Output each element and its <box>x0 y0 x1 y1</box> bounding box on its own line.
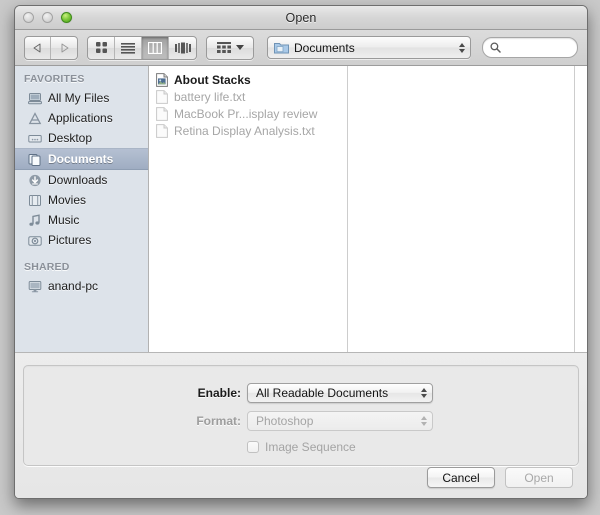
sidebar-item-label: Movies <box>48 193 87 207</box>
forward-arrow-icon <box>60 43 69 53</box>
enable-stepper-icon <box>421 388 427 398</box>
file-name: battery life.txt <box>174 89 246 104</box>
format-row: Format: Photoshop <box>15 411 587 431</box>
sidebar-item-applications[interactable]: Applications <box>15 108 148 128</box>
all-my-files-icon <box>28 92 42 105</box>
sidebar-item-movies[interactable]: Movies <box>15 190 148 210</box>
navigation-segmented-control <box>24 35 78 60</box>
back-arrow-icon <box>33 43 42 53</box>
search-input[interactable] <box>506 41 570 54</box>
sidebar-item-label: Documents <box>48 152 114 166</box>
pdf-document-icon <box>156 72 168 87</box>
computer-display-icon <box>28 280 42 293</box>
close-button[interactable] <box>23 12 34 23</box>
image-sequence-row: Image Sequence <box>15 440 587 454</box>
search-field[interactable] <box>482 37 578 58</box>
sidebar-item-music[interactable]: Music <box>15 210 148 230</box>
sidebar-group-title-shared: SHARED <box>24 261 70 273</box>
documents-folder-icon <box>28 153 42 166</box>
sidebar-item-pictures[interactable]: Pictures <box>15 230 148 250</box>
path-popup-button[interactable]: Documents <box>267 36 471 59</box>
sidebar-item-all-my-files[interactable]: All My Files <box>15 88 148 108</box>
enable-label: Enable: <box>197 386 241 400</box>
open-dialog-window: Open Documents FAVORITES All My Files Ap… <box>14 5 588 499</box>
text-document-icon <box>156 106 168 121</box>
icon-view-button[interactable] <box>88 36 115 59</box>
arrange-grid-icon <box>216 42 231 53</box>
format-label: Format: <box>196 414 241 428</box>
sidebar-item-desktop[interactable]: Desktop <box>15 128 148 148</box>
options-panel: Enable: All Readable Documents Format: P… <box>15 353 587 498</box>
open-button[interactable]: Open <box>505 467 573 488</box>
sidebar: FAVORITES All My Files Applications Desk… <box>15 66 149 352</box>
movies-icon <box>28 194 42 207</box>
format-popup-button[interactable]: Photoshop <box>247 411 433 431</box>
forward-button[interactable] <box>51 37 77 59</box>
file-browser: About Stacks battery life.txt MacBook Pr… <box>149 66 587 352</box>
file-column-1[interactable]: About Stacks battery life.txt MacBook Pr… <box>149 66 348 352</box>
desktop-icon <box>28 132 42 145</box>
file-list-item[interactable]: MacBook Pr...isplay review <box>149 105 347 122</box>
list-view-icon <box>121 42 135 54</box>
file-column-2[interactable] <box>348 66 575 352</box>
applications-icon <box>28 111 42 125</box>
sidebar-item-downloads[interactable]: Downloads <box>15 170 148 190</box>
image-sequence-checkbox-row[interactable]: Image Sequence <box>247 440 433 454</box>
icon-view-icon <box>95 41 108 54</box>
file-name: MacBook Pr...isplay review <box>174 106 318 121</box>
format-stepper-icon <box>421 416 427 426</box>
sidebar-item-label: Pictures <box>48 233 92 247</box>
back-button[interactable] <box>25 36 51 59</box>
pictures-camera-icon <box>28 234 42 247</box>
minimize-button[interactable] <box>42 12 53 23</box>
chevron-down-icon <box>235 45 244 50</box>
dialog-buttons: Cancel Open <box>427 467 573 488</box>
enable-row: Enable: All Readable Documents <box>15 383 587 403</box>
format-value: Photoshop <box>256 414 314 428</box>
path-popup-stepper-icon <box>459 42 465 53</box>
window-title: Open <box>285 10 317 25</box>
file-list-item[interactable]: Retina Display Analysis.txt <box>149 122 347 139</box>
search-icon <box>490 42 501 53</box>
column-view-button[interactable] <box>142 36 169 59</box>
file-name: About Stacks <box>174 72 251 87</box>
sidebar-item-label: All My Files <box>48 91 110 105</box>
dialog-content: FAVORITES All My Files Applications Desk… <box>15 66 587 353</box>
window-controls <box>23 12 72 23</box>
sidebar-item-documents[interactable]: Documents <box>15 148 148 170</box>
window-titlebar: Open <box>15 6 587 30</box>
sidebar-item-label: Downloads <box>48 173 108 187</box>
coverflow-view-button[interactable] <box>169 37 196 59</box>
file-list-item[interactable]: battery life.txt <box>149 88 347 105</box>
folder-icon <box>274 41 289 54</box>
file-list-item[interactable]: About Stacks <box>149 71 347 88</box>
image-sequence-checkbox[interactable] <box>247 441 259 453</box>
text-document-icon <box>156 123 168 138</box>
coverflow-view-icon <box>174 42 191 54</box>
sidebar-group-title-favorites: FAVORITES <box>24 73 85 85</box>
list-view-button[interactable] <box>115 36 142 59</box>
downloads-icon <box>28 174 42 187</box>
image-sequence-label: Image Sequence <box>265 440 356 454</box>
column-view-icon <box>148 41 162 54</box>
enable-value: All Readable Documents <box>256 386 389 400</box>
sidebar-item-label: Applications <box>48 111 113 125</box>
sidebar-item-label: Music <box>48 213 80 227</box>
zoom-button[interactable] <box>61 12 72 23</box>
file-column-3[interactable] <box>575 66 587 352</box>
path-popup-label: Documents <box>294 40 355 55</box>
sidebar-item-label: anand-pc <box>48 279 99 293</box>
sidebar-item-label: Desktop <box>48 131 93 145</box>
music-note-icon <box>28 213 42 227</box>
view-mode-segmented-control <box>87 35 197 60</box>
file-name: Retina Display Analysis.txt <box>174 123 315 138</box>
arrange-by-button[interactable] <box>206 35 254 60</box>
toolbar: Documents <box>15 30 587 66</box>
cancel-button[interactable]: Cancel <box>427 467 495 488</box>
enable-popup-button[interactable]: All Readable Documents <box>247 383 433 403</box>
text-document-icon <box>156 89 168 104</box>
sidebar-item-anand-pc[interactable]: anand-pc <box>15 276 148 296</box>
